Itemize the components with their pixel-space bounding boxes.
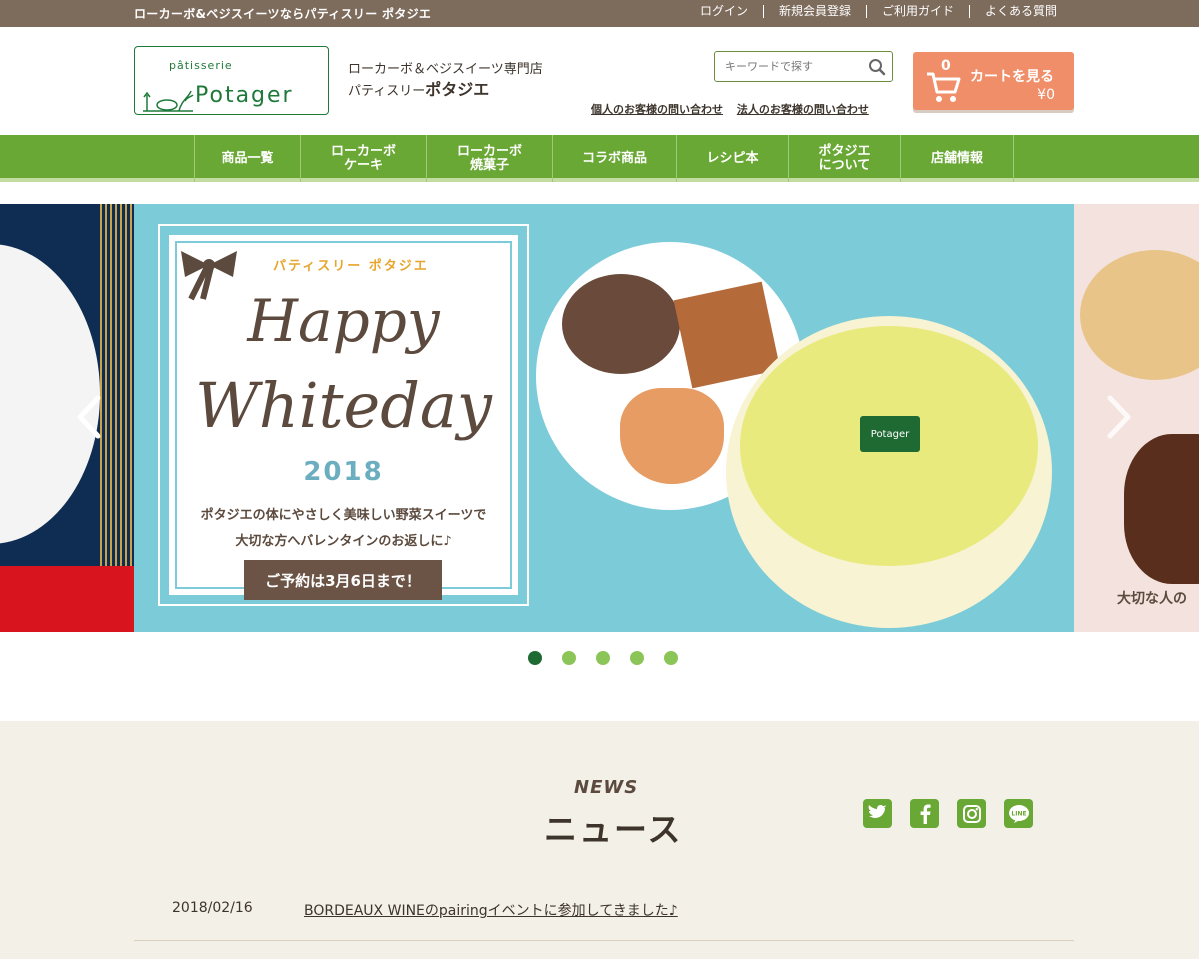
next-slide-caption: 大切な人の	[1117, 591, 1187, 607]
search-input[interactable]	[715, 52, 855, 81]
chevron-left-icon	[77, 395, 101, 439]
top-bar: ローカーボ&ベジスイーツならパティスリー ポタジエ ログイン 新規会員登録 ご利…	[0, 0, 1199, 27]
hero-year: 2018	[303, 457, 384, 487]
news-date: 2018/02/16	[172, 900, 253, 916]
hero-carousel: パティスリー ポタジエ Happy Whiteday 2018 ポタジエの体にや…	[0, 204, 1199, 632]
prev-slide-button[interactable]	[74, 394, 104, 440]
hero-title-happy: Happy	[247, 287, 440, 355]
news-heading-ja: ニュース	[544, 810, 683, 849]
nav-label: 店舗情報	[930, 150, 983, 166]
prev-slide-image[interactable]	[0, 204, 134, 632]
site-tagline: ローカーボ&ベジスイーツならパティスリー ポタジエ	[134, 7, 432, 21]
nav-label-line1: ローカーボ	[330, 143, 396, 159]
carousel-dot[interactable]	[664, 651, 678, 665]
hero-copy: ポタジエの体にやさしく美味しい野菜スイーツで 大切な方へバレンタインのお返しに♪	[169, 503, 518, 555]
carousel-dot[interactable]	[528, 651, 542, 665]
nav-label-line2: ケーキ	[343, 157, 383, 173]
nav-label: ポタジエ について	[818, 143, 871, 173]
nav-item-store-info[interactable]: 店舗情報	[900, 135, 1014, 182]
top-links: ログイン 新規会員登録 ご利用ガイド よくある質問	[685, 5, 1057, 18]
carousel-dots	[528, 651, 678, 665]
shop-name-prefix: パティスリー	[348, 84, 426, 99]
contact-links: 個人のお客様の問い合わせ 法人のお客様の問い合わせ	[591, 101, 879, 117]
shop-name: ローカーボ＆ベジスイーツ専門店 パティスリーポタジエ	[348, 60, 543, 102]
facebook-icon[interactable]	[910, 799, 939, 828]
hero-copy-line2: 大切な方へバレンタインのお返しに♪	[235, 534, 452, 549]
carousel-dot[interactable]	[630, 651, 644, 665]
chevron-right-icon	[1107, 395, 1131, 439]
cheesecake-image: Potager	[726, 316, 1052, 628]
guide-link[interactable]: ご利用ガイド	[865, 5, 969, 18]
site-logo[interactable]: pâtisserie Potager	[134, 46, 329, 115]
nav-label: ローカーボ ケーキ	[330, 143, 396, 173]
svg-text:LINE: LINE	[1011, 810, 1026, 817]
cart-price: ¥0	[1037, 87, 1055, 103]
login-link[interactable]: ログイン	[685, 5, 763, 18]
personal-contact-link[interactable]: 個人のお客様の問い合わせ	[591, 103, 723, 116]
heart-cake-image	[620, 388, 724, 484]
business-contact-link[interactable]: 法人のお客様の問い合わせ	[737, 103, 869, 116]
reserve-deadline-button[interactable]: ご予約は3月6日まで！	[244, 560, 442, 600]
nav-label: 商品一覧	[221, 150, 274, 166]
hero-title-whiteday: Whiteday	[195, 369, 492, 442]
search-icon[interactable]	[868, 58, 886, 76]
cake-logo-tag: Potager	[860, 416, 920, 452]
vegetable-logo-icon	[143, 90, 194, 112]
main-nav: 商品一覧 ローカーボ ケーキ ローカーボ 焼菓子 コラボ商品 レシピ本 ポタジエ につ…	[0, 135, 1199, 182]
hero-copy-line1: ポタジエの体にやさしく美味しい野菜スイーツで	[200, 508, 487, 523]
nav-label: コラボ商品	[581, 150, 647, 166]
nav-label-line2: について	[818, 157, 871, 173]
twitter-icon[interactable]	[863, 799, 892, 828]
news-heading-en: NEWS	[574, 777, 639, 798]
instagram-icon[interactable]	[957, 799, 986, 828]
red-band	[0, 566, 134, 632]
news-item: 2018/02/16 BORDEAUX WINEのpairingイベントに参加し…	[134, 891, 1074, 941]
current-slide[interactable]: パティスリー ポタジエ Happy Whiteday 2018 ポタジエの体にや…	[134, 204, 1074, 632]
chocolate-tart-image	[1124, 434, 1199, 584]
nav-item-lowcarb-baked[interactable]: ローカーボ 焼菓子	[426, 135, 552, 182]
stripe-pattern	[100, 204, 134, 566]
logo-small-text: pâtisserie	[169, 59, 233, 72]
whiteday-card: パティスリー ポタジエ Happy Whiteday 2018 ポタジエの体にや…	[158, 224, 529, 606]
cart-icon	[927, 72, 961, 102]
nav-item-products[interactable]: 商品一覧	[194, 135, 300, 182]
social-links: LINE	[863, 799, 1033, 828]
tart-image	[1080, 250, 1199, 380]
cart-label: カートを見る	[970, 69, 1054, 85]
news-section: NEWS ニュース LINE 2018/02/16 BORDEAUX WINEの…	[0, 721, 1199, 959]
hero-brand: パティスリー ポタジエ	[273, 259, 429, 274]
faq-link[interactable]: よくある質問	[968, 5, 1057, 18]
nav-label-line1: ポタジエ	[818, 143, 871, 159]
nav-label: レシピ本	[706, 150, 759, 166]
next-slide-image[interactable]: 大切な人の	[1074, 204, 1199, 632]
register-link[interactable]: 新規会員登録	[762, 5, 866, 18]
nav-item-lowcarb-cake[interactable]: ローカーボ ケーキ	[300, 135, 426, 182]
shop-name-line2: パティスリーポタジエ	[348, 80, 543, 102]
line-icon[interactable]: LINE	[1004, 799, 1033, 828]
nav-item-collab[interactable]: コラボ商品	[552, 135, 676, 182]
carousel-dot[interactable]	[596, 651, 610, 665]
carousel-dot[interactable]	[562, 651, 576, 665]
shop-name-strong: ポタジエ	[425, 80, 490, 99]
cookie-image	[562, 274, 680, 374]
nav-item-about[interactable]: ポタジエ について	[788, 135, 900, 182]
nav-label-line2: 焼菓子	[469, 157, 509, 173]
cart-button[interactable]: 0 カートを見る ¥0	[913, 52, 1074, 110]
nav-item-recipe-book[interactable]: レシピ本	[676, 135, 788, 182]
next-slide-button[interactable]	[1104, 394, 1134, 440]
nav-label: ローカーボ 焼菓子	[456, 143, 522, 173]
nav-label-line1: ローカーボ	[456, 143, 522, 159]
search-box	[714, 51, 893, 82]
shop-name-line1: ローカーボ＆ベジスイーツ専門店	[348, 62, 543, 77]
logo-big-text: Potager	[195, 83, 294, 108]
news-title-link[interactable]: BORDEAUX WINEのpairingイベントに参加してきました♪	[304, 900, 678, 920]
